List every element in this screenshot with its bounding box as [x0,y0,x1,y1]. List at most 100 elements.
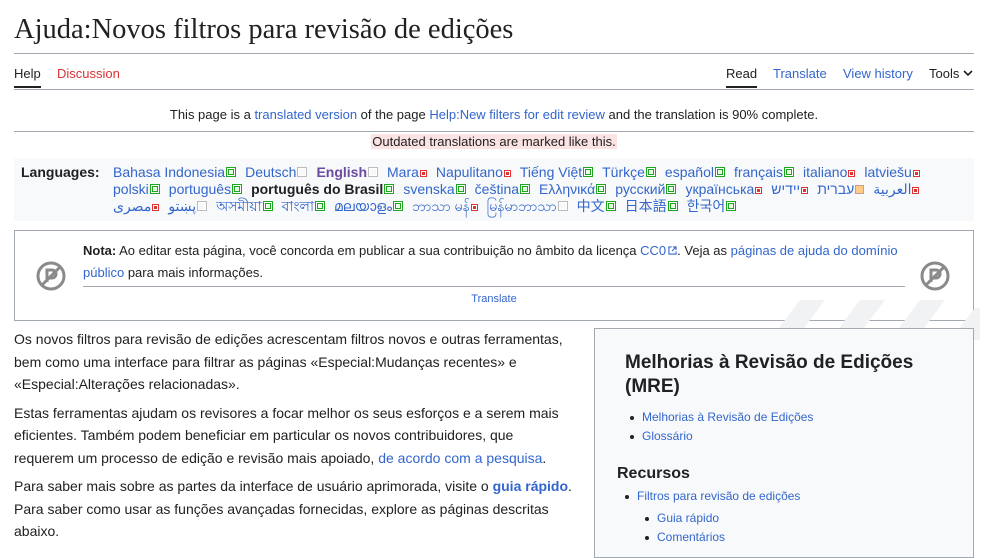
language-link[interactable]: français [734,164,794,181]
tab-discussion[interactable]: Discussion [57,66,120,81]
language-link[interactable]: español [665,164,725,181]
sidebar-links: Melhorias à Revisão de Edições Glossário [625,408,813,446]
translation-status-icon [503,170,511,177]
title-divider [14,53,974,54]
language-name: پښتو [168,198,197,214]
language-link[interactable]: português do Brasil [251,181,395,198]
language-name: 日本語 [624,198,667,214]
language-link[interactable]: Tiếng Việt [519,164,594,181]
language-name: مصرى [113,198,152,214]
language-link[interactable]: latviešu [864,164,920,181]
translation-status-icon [645,167,656,177]
language-link[interactable]: Deutsch [245,164,308,181]
translation-status-icon [315,201,326,211]
license-notice-text: Nota: Ao editar esta página, você concor… [83,240,905,284]
notice-divider [14,131,974,132]
language-name: 中文 [576,198,605,214]
language-name: יידיש [771,181,801,197]
language-link[interactable]: українська [685,181,763,198]
language-link[interactable]: Ελληνικά [539,181,607,198]
nota-text: para mais informações. [124,265,263,280]
language-link[interactable]: Bahasa Indonesia [113,164,237,181]
sidebar-link-filters[interactable]: Filtros para revisão de edições [637,489,800,503]
language-name: മലയാളം [334,198,393,214]
language-link[interactable]: יידיש [771,181,809,198]
language-link[interactable]: polski [113,181,160,198]
language-link[interactable]: മലയാളം [334,198,404,215]
language-name: ဘာသာ မန် [412,198,470,214]
translation-status-icon [262,201,273,211]
sidebar-title: Melhorias à Revisão de Edições (MRE) [625,352,914,397]
language-name: 한국어 [686,198,726,214]
language-link[interactable]: Napulitano [435,164,511,181]
language-link[interactable]: English [316,164,379,181]
language-name: Deutsch [245,164,297,180]
list-item: Guia rápido [640,509,725,528]
translation-status-icon [152,204,160,211]
translation-status-icon [596,184,607,194]
tab-translate[interactable]: Translate [773,66,827,81]
language-link[interactable]: português [169,181,243,198]
language-link[interactable]: 한국어 [686,198,737,215]
language-link[interactable]: 日本語 [624,198,678,215]
sidebar-link-glossary[interactable]: Glossário [642,429,693,443]
language-name: latviešu [864,164,912,180]
language-link[interactable]: italiano [803,164,856,181]
language-name: Türkçe [602,164,645,180]
tab-help[interactable]: Help [14,66,41,88]
language-name: Tiếng Việt [519,164,583,180]
source-page-link[interactable]: Help:New filters for edit review [429,107,605,122]
sidebar-link-quick-guide[interactable]: Guia rápido [657,511,719,525]
nota-text: Ao editar esta página, você concorda em … [116,243,641,258]
language-link[interactable]: မြန်မာဘာသာ [486,198,568,215]
cc0-link[interactable]: CC0 [640,243,677,258]
language-name: Napulitano [435,164,503,180]
language-link[interactable]: Türkçe [602,164,656,181]
sidebar-heading-resources: Recursos [617,465,690,482]
nota-text: . Veja as [677,243,731,258]
language-link[interactable]: čeština [475,181,531,198]
page-title: Ajuda:Novos filtros para revisão de ediç… [14,14,514,45]
nota-label: Nota: [83,243,117,258]
language-name: မြန်မာဘာသာ [486,198,557,214]
quick-guide-link[interactable]: guia rápido [493,478,568,494]
sidebar-link-feedback[interactable]: Comentários [657,530,725,544]
research-link[interactable]: de acordo com a pesquisa [378,450,542,466]
translation-status-icon [393,201,404,211]
language-name: русский [615,181,666,197]
translated-version-link[interactable]: translated version [254,107,357,122]
tab-view-history[interactable]: View history [843,66,913,81]
language-link[interactable]: مصرى [113,198,160,215]
translation-status-icon [801,187,809,194]
paragraph-text: . [542,449,547,466]
translation-status-icon [197,201,208,211]
language-name: português do Brasil [251,181,384,197]
translate-link[interactable]: Translate [471,293,516,305]
tab-read[interactable]: Read [726,66,758,88]
language-link[interactable]: ဘာသာ မန် [412,198,478,215]
notice-text: This page is a [169,107,255,122]
language-name: polski [113,181,149,197]
language-link[interactable]: Mara [387,164,427,181]
page-tabs: Help Discussion Read Translate View hist… [14,65,974,90]
outdated-text: Outdated translations are marked like th… [371,134,617,149]
list-item: Melhorias à Revisão de Edições [625,408,813,427]
language-link[interactable]: پښتو [168,198,208,215]
sidebar-sub-links: Guia rápido Comentários [640,509,725,547]
language-link[interactable]: অসমীয়া [216,198,273,215]
sidebar-link-mre[interactable]: Melhorias à Revisão de Edições [642,410,813,424]
language-link[interactable]: עברית [817,181,865,198]
language-name: العربية [873,181,912,197]
translation-status-icon [912,187,920,194]
external-link-icon [668,246,677,255]
languages-list: Bahasa Indonesia Deutsch English Mara Napuli… [113,164,953,215]
language-link[interactable]: русский [615,181,677,198]
language-link[interactable]: 中文 [576,198,616,215]
language-link[interactable]: বাংলা [281,198,326,215]
translation-status-icon [666,184,677,194]
language-name: Ελληνικά [539,181,596,197]
language-link[interactable]: svenska [403,181,466,198]
language-name: বাংলা [281,198,315,214]
tools-menu[interactable]: Tools [929,66,973,81]
language-link[interactable]: العربية [873,181,920,198]
